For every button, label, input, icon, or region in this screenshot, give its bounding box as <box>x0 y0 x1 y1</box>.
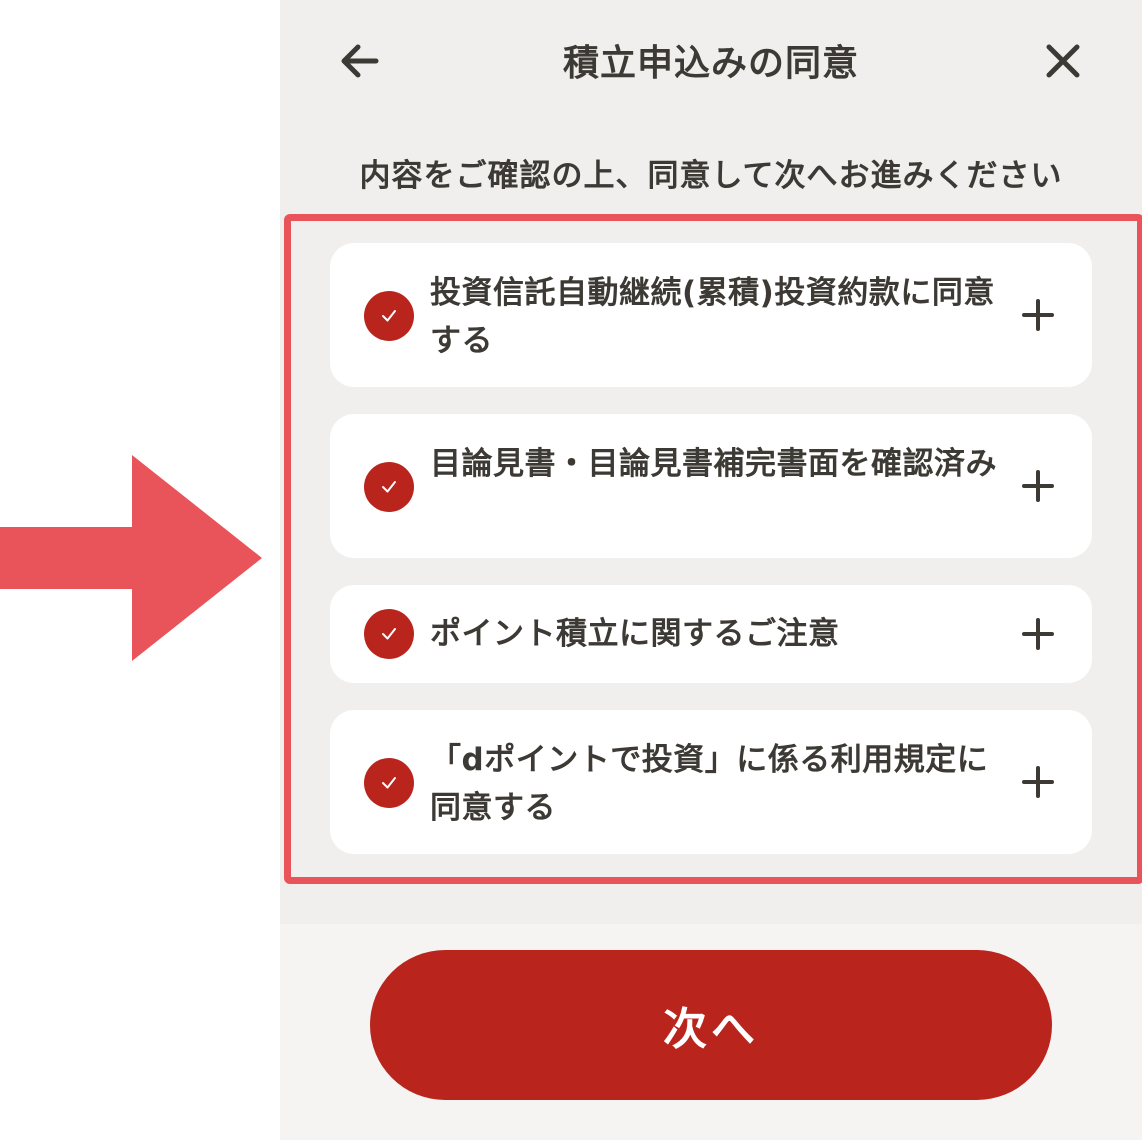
footer: 次へ <box>280 924 1142 1140</box>
agreement-label: ポイント積立に関するご注意 <box>430 616 840 652</box>
agreement-item-terms[interactable]: 投資信託自動継続(累積)投資約款に同意する <box>330 243 1092 387</box>
close-button[interactable] <box>1038 36 1088 86</box>
plus-icon[interactable] <box>1020 764 1056 800</box>
agreement-item-dpoint-rules[interactable]: 「dポイントで投資」に係る利用規定に同意する <box>330 710 1092 854</box>
check-icon <box>364 462 414 512</box>
agreement-item-point-notice[interactable]: ポイント積立に関するご注意 <box>330 585 1092 683</box>
instruction-text: 内容をご確認の上、同意して次へお進みください <box>359 158 1063 194</box>
plus-icon[interactable] <box>1020 616 1056 652</box>
page-title: 積立申込みの同意 <box>562 43 859 84</box>
agreement-label: 目論見書・目論見書補完書面を確認済み <box>430 446 997 482</box>
check-icon <box>364 609 414 659</box>
check-icon <box>364 758 414 808</box>
agreement-item-prospectus[interactable]: 目論見書・目論見書補完書面を確認済み <box>330 414 1092 558</box>
callout-arrow-icon <box>0 455 262 661</box>
check-icon <box>364 291 414 341</box>
plus-icon[interactable] <box>1020 297 1056 333</box>
agreement-label: 「dポイントで投資」に係る利用規定に同意する <box>430 742 989 826</box>
header: 積立申込みの同意 <box>280 0 1142 120</box>
app-screen: 積立申込みの同意 内容をご確認の上、同意して次へお進みください 投資信託自動継続… <box>280 0 1142 1140</box>
close-icon <box>1046 44 1080 78</box>
next-button[interactable]: 次へ <box>370 950 1052 1100</box>
plus-icon[interactable] <box>1020 468 1056 504</box>
agreement-label: 投資信託自動継続(累積)投資約款に同意する <box>430 275 995 359</box>
